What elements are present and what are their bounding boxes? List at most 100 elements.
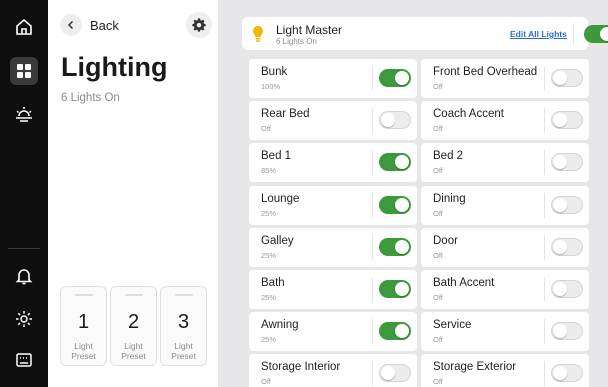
page-title: Lighting [61,52,168,82]
light-toggle[interactable] [379,364,411,382]
preset-indicator [175,294,193,296]
light-toggle[interactable] [379,322,411,340]
light-card[interactable]: Lounge 25% [249,186,417,225]
light-status: 25% [261,293,277,302]
light-card[interactable]: Storage Interior Off [249,354,417,387]
chevron-left-icon [60,14,82,36]
light-toggle[interactable] [551,364,583,382]
preset-button-3[interactable]: 3 Light Preset [160,286,207,366]
divider [544,108,545,133]
toggle-knob [553,113,567,127]
light-card[interactable]: Bed 1 85% [249,143,417,182]
light-card[interactable]: Door Off [421,228,589,267]
light-card[interactable]: Front Bed Overhead Off [421,59,589,98]
light-toggle[interactable] [379,111,411,129]
light-status: Off [433,209,443,218]
divider [372,66,373,91]
light-toggle[interactable] [551,69,583,87]
light-toggle[interactable] [551,280,583,298]
master-toggle[interactable] [584,25,608,43]
edit-all-lights-link[interactable]: Edit All Lights [510,29,567,39]
light-card[interactable]: Dining Off [421,186,589,225]
back-button[interactable]: Back [60,13,119,37]
light-name: Dining [433,193,466,205]
divider [544,150,545,175]
light-name: Bath Accent [433,277,495,289]
light-card[interactable]: Service Off [421,312,589,351]
light-status: 100% [261,82,281,91]
light-status: Off [261,124,271,133]
light-status: Off [433,335,443,344]
divider [372,277,373,302]
light-card[interactable]: Storage Exterior Off [421,354,589,387]
light-toggle[interactable] [551,111,583,129]
light-name: Awning [261,319,299,331]
light-card[interactable]: Bath 25% [249,270,417,309]
light-card[interactable]: Rear Bed Off [249,101,417,140]
divider [544,319,545,344]
gear-icon[interactable] [186,12,212,38]
light-status: Off [433,251,443,260]
divider [372,150,373,175]
grid-icon[interactable] [10,57,38,85]
light-toggle[interactable] [379,280,411,298]
toggle-knob [395,198,409,212]
home-icon[interactable] [10,13,38,41]
light-toggle[interactable] [551,238,583,256]
light-toggle[interactable] [379,69,411,87]
toggle-knob [381,366,395,380]
divider [372,319,373,344]
master-title: Light Master [276,23,343,37]
light-toggle[interactable] [551,322,583,340]
toggle-knob [553,324,567,338]
preset-button-1[interactable]: 1 Light Preset [60,286,107,366]
toggle-knob [553,71,567,85]
climate-icon[interactable] [10,101,38,129]
bell-icon[interactable] [10,262,38,290]
light-name: Lounge [261,193,300,205]
light-status: Off [433,377,443,386]
light-toggle[interactable] [379,196,411,214]
light-toggle[interactable] [379,238,411,256]
preset-label: Light Preset [71,341,96,361]
preset-indicator [75,294,93,296]
toggle-knob [395,71,409,85]
divider [544,277,545,302]
preset-number: 1 [77,311,90,333]
divider [544,235,545,260]
light-name: Door [433,235,458,247]
settings-icon[interactable] [10,305,38,333]
light-status: 25% [261,251,277,260]
light-status: Off [433,124,443,133]
light-name: Bath [261,277,285,289]
toggle-knob [553,198,567,212]
light-status: 85% [261,166,277,175]
preset-number: 3 [177,311,190,333]
divider [573,23,574,44]
light-name: Bunk [261,66,288,78]
light-status: Off [433,293,443,302]
master-subtitle: 6 Lights On [276,37,317,46]
display-icon[interactable] [10,346,38,374]
preset-number: 2 [127,311,140,333]
toggle-knob [395,240,409,254]
light-card[interactable]: Galley 25% [249,228,417,267]
preset-button-2[interactable]: 2 Light Preset [110,286,157,366]
light-name: Bed 1 [261,150,292,162]
rail-divider [8,248,40,249]
light-card[interactable]: Awning 25% [249,312,417,351]
nav-rail [0,0,48,387]
divider [372,361,373,386]
light-status: Off [433,166,443,175]
toggle-knob [395,155,409,169]
light-toggle[interactable] [551,153,583,171]
light-card[interactable]: Bed 2 Off [421,143,589,182]
light-card[interactable]: Bath Accent Off [421,270,589,309]
toggle-knob [553,155,567,169]
light-card[interactable]: Bunk 100% [249,59,417,98]
light-toggle[interactable] [551,196,583,214]
light-status: 25% [261,335,277,344]
light-toggle[interactable] [379,153,411,171]
divider [372,193,373,218]
light-card[interactable]: Coach Accent Off [421,101,589,140]
